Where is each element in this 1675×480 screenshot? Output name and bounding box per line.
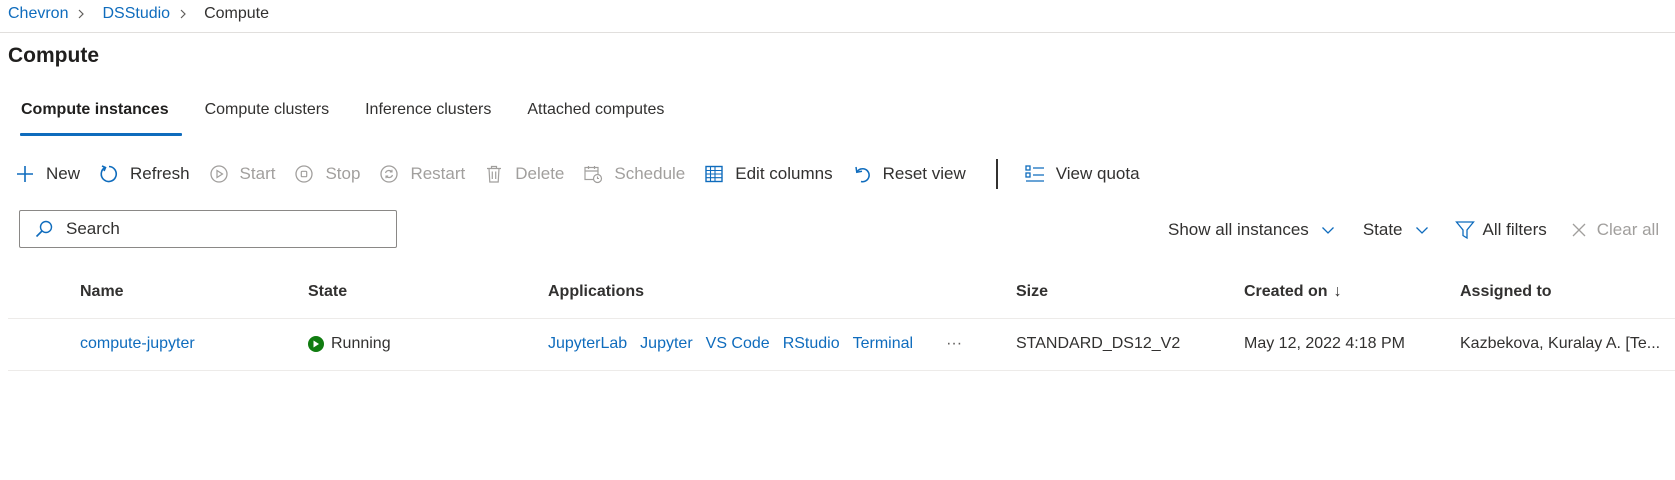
edit-columns-button[interactable]: Edit columns: [703, 163, 833, 185]
status-label: Running: [331, 335, 391, 352]
assigned-to-cell: Kazbekova, Kuralay A. [Te...: [1460, 335, 1661, 352]
created-on-label: Created on: [1244, 283, 1328, 300]
app-link-jupyterlab[interactable]: JupyterLab: [548, 335, 627, 353]
tab-bar: Compute instances Compute clusters Infer…: [8, 96, 687, 136]
column-header-assigned-to[interactable]: Assigned to: [1460, 283, 1552, 301]
calendar-clock-icon: [582, 163, 604, 185]
new-button[interactable]: New: [14, 163, 80, 185]
breadcrumb-chevron[interactable]: Chevron: [8, 5, 68, 23]
size-cell: STANDARD_DS12_V2: [1016, 335, 1181, 352]
header-divider: [0, 32, 1675, 33]
app-link-vscode[interactable]: VS Code: [706, 335, 770, 353]
applications-cell: JupyterLab Jupyter VS Code RStudio Termi…: [548, 335, 975, 353]
app-link-terminal[interactable]: Terminal: [853, 335, 913, 353]
trash-icon: [483, 163, 505, 185]
running-status-icon: [308, 336, 324, 352]
compute-name-link[interactable]: compute-jupyter: [80, 335, 195, 353]
new-label: New: [46, 164, 81, 183]
status-cell: Running: [308, 335, 391, 353]
plus-icon: [14, 163, 36, 185]
refresh-label: Refresh: [130, 164, 190, 183]
refresh-icon: [98, 163, 120, 185]
header-row-divider: [8, 318, 1675, 319]
close-icon: [1571, 222, 1587, 238]
stop-button[interactable]: Stop: [293, 163, 360, 185]
reset-view-button[interactable]: Reset view: [851, 163, 966, 185]
page-title: Compute: [8, 44, 99, 67]
created-on-cell: May 12, 2022 4:18 PM: [1244, 335, 1405, 352]
chevron-down-icon: [1321, 225, 1335, 235]
all-filters-button[interactable]: All filters: [1454, 220, 1547, 240]
all-filters-label: All filters: [1482, 220, 1547, 239]
refresh-button[interactable]: Refresh: [98, 163, 190, 185]
stop-circle-icon: [293, 163, 315, 185]
undo-icon: [851, 163, 873, 185]
start-label: Start: [239, 164, 276, 183]
breadcrumb: Chevron DSStudio Compute: [8, 0, 269, 28]
tab-inference-clusters[interactable]: Inference clusters: [352, 96, 504, 136]
filter-icon: [1454, 220, 1475, 240]
show-all-instances-dropdown[interactable]: Show all instances: [1168, 220, 1335, 240]
tab-compute-instances[interactable]: Compute instances: [8, 96, 182, 136]
restart-label: Restart: [410, 164, 466, 183]
breadcrumb-dsstudio[interactable]: DSStudio: [102, 5, 170, 23]
row-divider: [8, 370, 1675, 371]
view-quota-button[interactable]: View quota: [1024, 163, 1140, 185]
chevron-right-icon: [68, 9, 94, 19]
breadcrumb-current: Compute: [204, 5, 269, 22]
tab-compute-clusters[interactable]: Compute clusters: [192, 96, 343, 136]
state-filter-label: State: [1362, 220, 1403, 239]
search-box[interactable]: [19, 210, 397, 248]
column-header-applications[interactable]: Applications: [548, 283, 644, 301]
list-quota-icon: [1024, 163, 1046, 185]
state-dropdown[interactable]: State: [1363, 220, 1429, 240]
more-apps-button[interactable]: ···: [946, 335, 962, 353]
start-button[interactable]: Start: [208, 163, 276, 185]
column-header-size[interactable]: Size: [1016, 283, 1048, 301]
schedule-button[interactable]: Schedule: [582, 163, 685, 185]
play-circle-icon: [208, 163, 230, 185]
schedule-label: Schedule: [614, 164, 686, 183]
delete-label: Delete: [515, 164, 565, 183]
sort-descending-icon: ↓: [1333, 283, 1342, 300]
chevron-right-icon: [170, 9, 196, 19]
show-all-instances-label: Show all instances: [1168, 220, 1309, 239]
column-header-name[interactable]: Name: [80, 283, 124, 301]
column-header-created-on[interactable]: Created on ↓: [1244, 283, 1342, 301]
toolbar-divider: [995, 159, 998, 189]
restart-button[interactable]: Restart: [378, 163, 465, 185]
filter-bar: Show all instances State All filters Cle…: [1168, 216, 1659, 244]
delete-button[interactable]: Delete: [483, 163, 564, 185]
edit-columns-label: Edit columns: [735, 164, 833, 183]
table-columns-icon: [703, 163, 725, 185]
search-icon: [34, 219, 54, 239]
reset-view-label: Reset view: [882, 164, 966, 183]
view-quota-label: View quota: [1055, 164, 1140, 183]
search-input[interactable]: [64, 218, 368, 240]
clear-all-button[interactable]: Clear all: [1571, 220, 1659, 240]
command-bar: New Refresh Start Stop Restart Delete Sc…: [14, 159, 1158, 189]
tab-attached-computes[interactable]: Attached computes: [514, 96, 677, 136]
chevron-down-icon: [1415, 225, 1429, 235]
column-header-state[interactable]: State: [308, 283, 347, 301]
stop-label: Stop: [325, 164, 361, 183]
app-link-rstudio[interactable]: RStudio: [783, 335, 840, 353]
clear-all-label: Clear all: [1596, 220, 1660, 239]
app-link-jupyter[interactable]: Jupyter: [640, 335, 692, 353]
restart-icon: [378, 163, 400, 185]
